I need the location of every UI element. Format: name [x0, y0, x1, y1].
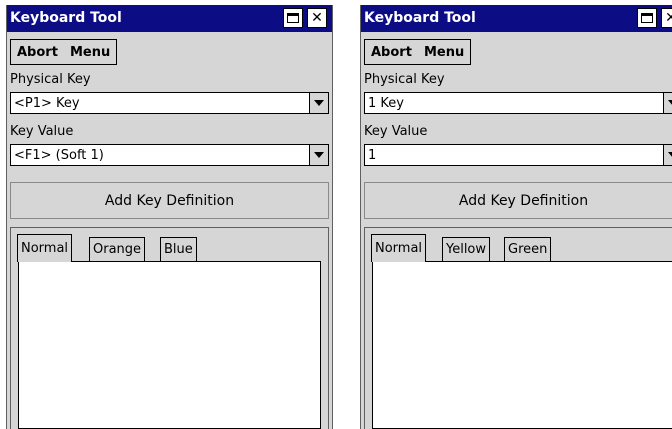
key-value-dropdown-button[interactable] — [309, 145, 328, 165]
tab-blue[interactable]: Blue — [160, 237, 197, 261]
key-value-label: Key Value — [10, 124, 74, 139]
keyboard-tool-window-left: Keyboard Tool ✕ Abort Menu Physical Key … — [6, 5, 333, 429]
chevron-down-icon — [668, 152, 672, 158]
menu-menu[interactable]: Menu — [424, 45, 464, 60]
close-icon: ✕ — [665, 11, 672, 25]
maximize-icon — [287, 13, 299, 23]
tab-normal[interactable]: Normal — [17, 234, 73, 262]
chevron-down-icon — [314, 152, 324, 158]
tab-green[interactable]: Green — [504, 237, 552, 261]
add-key-definition-button[interactable]: Add Key Definition — [10, 182, 329, 219]
physical-key-value: 1 Key — [368, 96, 404, 111]
key-value-label: Key Value — [364, 124, 428, 139]
maximize-button[interactable] — [283, 8, 303, 28]
add-key-definition-button[interactable]: Add Key Definition — [364, 182, 672, 219]
menu-abort[interactable]: Abort — [17, 45, 58, 60]
window-title: Keyboard Tool — [364, 10, 476, 26]
key-value-value: 1 — [368, 148, 377, 163]
window-title: Keyboard Tool — [10, 10, 122, 26]
tab-content-area — [18, 261, 321, 429]
tab-content-area — [372, 261, 672, 429]
keyboard-tool-window-right: Keyboard Tool ✕ Abort Menu Physical Key … — [360, 5, 672, 429]
menu-abort[interactable]: Abort — [371, 45, 412, 60]
physical-key-label: Physical Key — [364, 72, 445, 87]
physical-key-dropdown-button[interactable] — [663, 93, 672, 113]
key-value-value: <F1> (Soft 1) — [14, 148, 104, 163]
title-bar: Keyboard Tool ✕ — [7, 5, 332, 32]
physical-key-select[interactable]: <P1> Key — [10, 92, 329, 114]
key-value-select[interactable]: <F1> (Soft 1) — [10, 144, 329, 166]
close-button[interactable]: ✕ — [307, 8, 327, 28]
physical-key-select[interactable]: 1 Key — [364, 92, 672, 114]
close-button[interactable]: ✕ — [661, 8, 672, 28]
tab-panel: Normal Orange Blue — [10, 227, 329, 429]
menu-bar: Abort Menu — [364, 39, 472, 65]
tab-normal[interactable]: Normal — [371, 234, 427, 262]
chevron-down-icon — [668, 100, 672, 106]
maximize-icon — [641, 13, 653, 23]
title-bar: Keyboard Tool ✕ — [361, 5, 672, 32]
menu-menu[interactable]: Menu — [70, 45, 110, 60]
close-icon: ✕ — [311, 10, 323, 26]
physical-key-dropdown-button[interactable] — [309, 93, 328, 113]
maximize-button[interactable] — [637, 8, 657, 28]
physical-key-value: <P1> Key — [14, 96, 80, 111]
tab-panel: Normal Yellow Green — [364, 227, 672, 429]
menu-bar: Abort Menu — [10, 39, 118, 65]
tab-orange[interactable]: Orange — [89, 237, 146, 261]
physical-key-label: Physical Key — [10, 72, 91, 87]
tab-yellow[interactable]: Yellow — [442, 237, 491, 261]
key-value-dropdown-button[interactable] — [663, 145, 672, 165]
key-value-select[interactable]: 1 — [364, 144, 672, 166]
chevron-down-icon — [314, 100, 324, 106]
